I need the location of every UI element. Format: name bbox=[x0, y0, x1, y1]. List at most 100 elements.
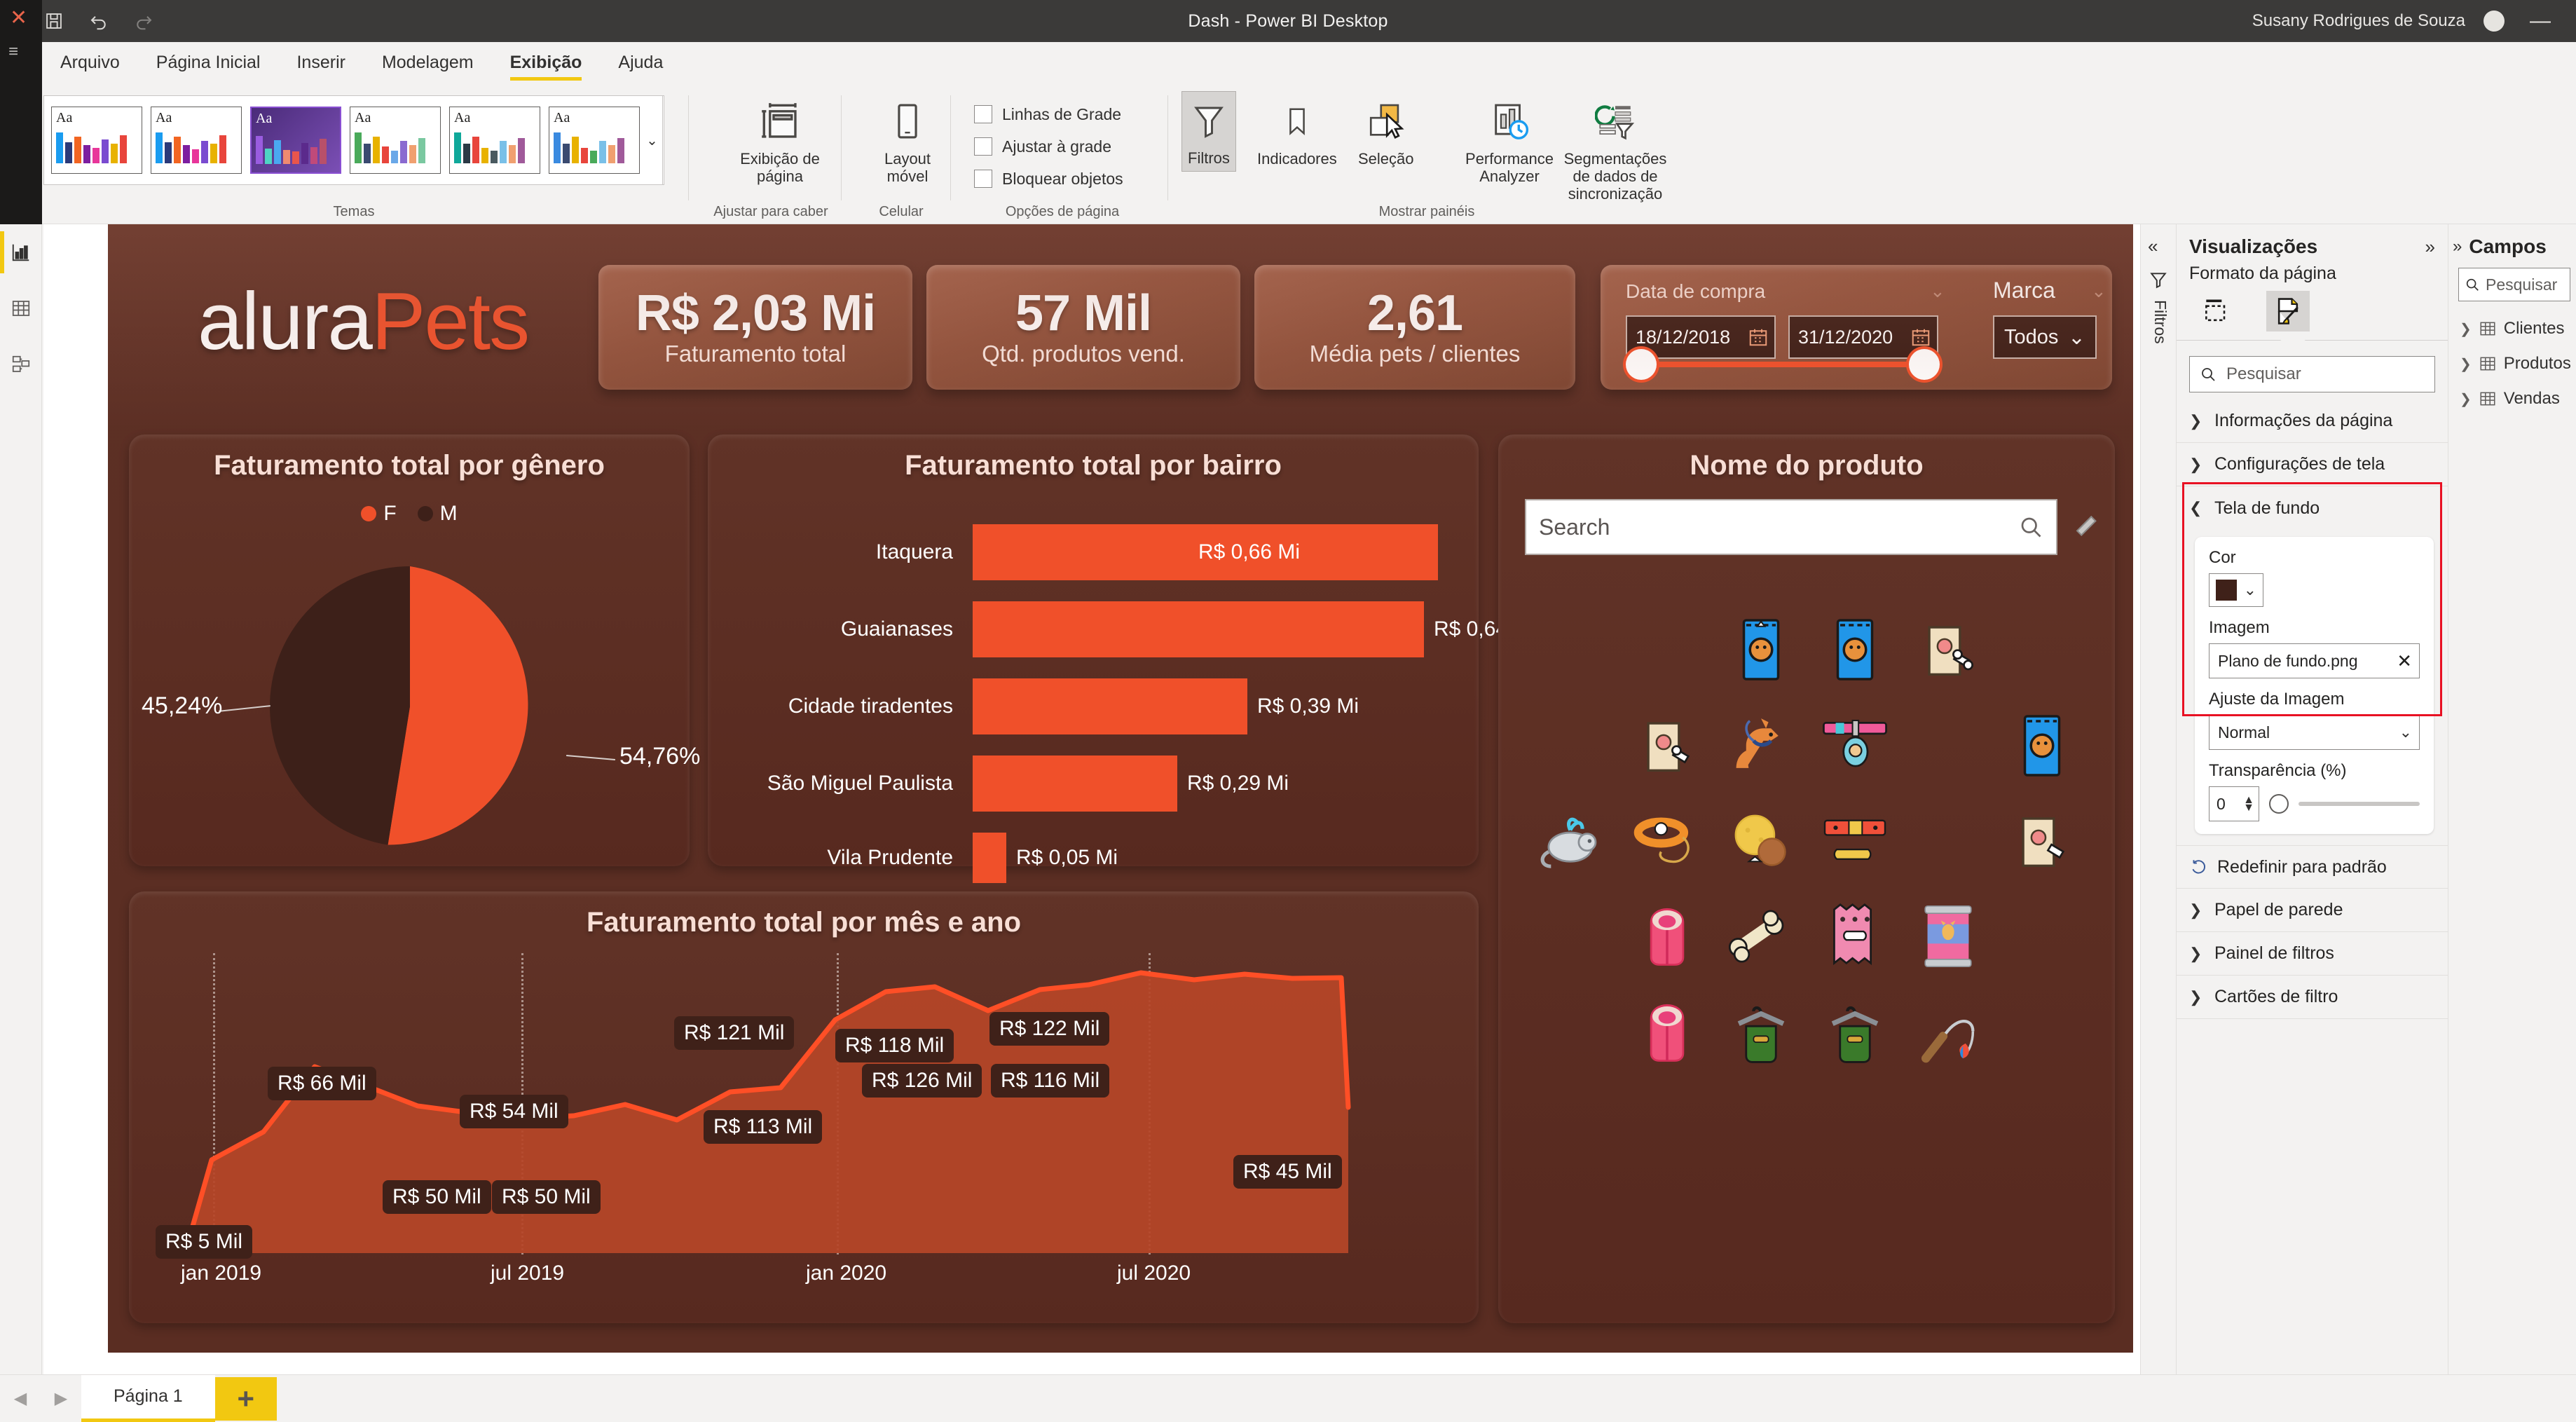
kpi-card-faturamento-total[interactable]: R$ 2,03 Mi Faturamento total bbox=[598, 265, 912, 390]
mobile-layout-button[interactable]: Layout móvel bbox=[865, 93, 950, 189]
theme-card[interactable]: Aa bbox=[549, 107, 640, 174]
avatar[interactable] bbox=[2483, 11, 2505, 32]
checkbox-linhas-de-grade[interactable]: Linhas de Grade bbox=[974, 98, 1123, 130]
brand-select-chevron-down-icon[interactable]: ⌄ bbox=[2068, 325, 2085, 350]
accordion-configuracoes-de-tela[interactable]: ❯ Configurações de tela bbox=[2177, 443, 2448, 486]
tab-page-size-icon[interactable] bbox=[2195, 291, 2238, 331]
accordion-tela-de-fundo[interactable]: ❮ Tela de fundo bbox=[2177, 486, 2448, 530]
background-color-picker[interactable]: ⌄ bbox=[2209, 573, 2263, 607]
reset-to-default-button[interactable]: Redefinir para padrão bbox=[2177, 845, 2448, 889]
tab-arquivo[interactable]: Arquivo bbox=[42, 42, 138, 83]
product-icon-toy-mouse[interactable] bbox=[1528, 794, 1620, 888]
product-icon-green-shirt-on-hanger[interactable] bbox=[1715, 985, 1807, 1079]
checkbox-box[interactable] bbox=[974, 170, 992, 188]
transparency-stepper[interactable]: 0 ▲ ▼ bbox=[2209, 786, 2259, 821]
tab-modelagem[interactable]: Modelagem bbox=[364, 42, 492, 83]
visualizations-expand-icon[interactable]: » bbox=[2425, 236, 2435, 258]
panel-faturamento-por-genero[interactable]: Faturamento total por gênero F M 45,24% … bbox=[129, 435, 700, 866]
panel-faturamento-por-mes-e-ano[interactable]: Faturamento total por mês e ano R$ 5 Mil… bbox=[129, 891, 1479, 1323]
page-prev-icon[interactable]: ◀ bbox=[0, 1375, 41, 1422]
calendar-icon[interactable] bbox=[1748, 327, 1769, 348]
checkbox-box[interactable] bbox=[974, 137, 992, 156]
product-icon-kibble-biscuits[interactable] bbox=[1715, 794, 1807, 888]
panel-nome-do-produto[interactable]: Nome do produto Search bbox=[1498, 435, 2115, 1323]
checkbox-box[interactable] bbox=[974, 105, 992, 123]
report-canvas[interactable]: aluraPets R$ 2,03 Mi Faturamento total 5… bbox=[43, 224, 2142, 1374]
bar-row-guaianases[interactable]: Guaianases R$ 0,64 Mi bbox=[708, 601, 1535, 657]
date-range-slider-knob-end[interactable] bbox=[1909, 349, 1940, 380]
pie-chart-genero[interactable] bbox=[245, 566, 575, 847]
checkbox-ajustar-a-grade[interactable]: Ajustar à grade bbox=[974, 130, 1123, 163]
legend-item-f[interactable]: F bbox=[361, 502, 397, 526]
rail-item-model-view[interactable] bbox=[0, 336, 42, 392]
rail-item-report-view[interactable] bbox=[0, 224, 42, 280]
product-icon-dog-food-bag-blue[interactable] bbox=[1715, 603, 1807, 697]
product-icon-pink-collar-with-tag[interactable] bbox=[1809, 698, 1901, 792]
field-table-produtos[interactable]: ❯ Produtos bbox=[2448, 346, 2576, 381]
date-filter-chevron-down-icon[interactable]: ⌄ bbox=[1930, 280, 1945, 302]
page-view-button[interactable]: Exibição de página bbox=[719, 93, 841, 189]
theme-card[interactable]: Aa bbox=[449, 107, 540, 174]
product-icon-pink-treat-package[interactable] bbox=[1809, 889, 1901, 983]
product-icon-pet-food-bag-beige[interactable] bbox=[1622, 698, 1714, 792]
tab-page-format-paintbrush-icon[interactable] bbox=[2266, 291, 2310, 331]
transparency-slider-knob[interactable] bbox=[2269, 794, 2289, 814]
area-chart-mes-ano[interactable] bbox=[157, 953, 1453, 1256]
product-icon-bone-treat[interactable] bbox=[1715, 889, 1807, 983]
product-icon-cat-teaser-wand[interactable] bbox=[1903, 985, 1995, 1079]
chevron-right-icon[interactable]: ❯ bbox=[2460, 320, 2472, 338]
filtros-button[interactable]: Filtros bbox=[1181, 91, 1236, 172]
theme-card-selected[interactable]: Aa bbox=[250, 107, 341, 174]
legend-item-m[interactable]: M bbox=[417, 502, 458, 526]
kpi-card-qtd-produtos[interactable]: 57 Mil Qtd. produtos vend. bbox=[926, 265, 1240, 390]
transparency-slider-track[interactable] bbox=[2298, 802, 2420, 806]
bar-rect[interactable] bbox=[973, 756, 1177, 812]
search-icon[interactable] bbox=[2018, 514, 2043, 540]
tab-ajuda[interactable]: Ajuda bbox=[600, 42, 681, 83]
filter-funnel-icon[interactable] bbox=[2149, 271, 2167, 292]
product-icon-dog-food-bag-blue[interactable] bbox=[1809, 603, 1901, 697]
format-search-input[interactable]: Pesquisar bbox=[2189, 356, 2435, 392]
rail-item-data-view[interactable] bbox=[0, 280, 42, 336]
themes-more-chevron-down-icon[interactable]: ⌄ bbox=[642, 95, 663, 185]
filters-collapse-icon[interactable]: « bbox=[2148, 235, 2158, 257]
selecao-button[interactable]: Seleção bbox=[1352, 93, 1420, 172]
chevron-down-icon[interactable]: ⌄ bbox=[2244, 581, 2256, 599]
fields-collapse-icon[interactable]: » bbox=[2453, 237, 2462, 257]
background-image-input[interactable]: Plano de fundo.png ✕ bbox=[2209, 643, 2420, 678]
indicadores-button[interactable]: Indicadores bbox=[1252, 93, 1343, 172]
product-icon-cat-food-bag-blue[interactable] bbox=[1996, 698, 2088, 792]
date-range-slider-track[interactable] bbox=[1641, 362, 1924, 367]
calendar-icon[interactable] bbox=[1910, 327, 1931, 348]
filters-rail[interactable]: « Filtros bbox=[2140, 224, 2177, 1374]
product-icon-green-shirt-on-hanger[interactable] bbox=[1809, 985, 1901, 1079]
bar-row-itaquera[interactable]: Itaquera R$ 0,66 Mi bbox=[708, 524, 1479, 580]
tab-inserir[interactable]: Inserir bbox=[278, 42, 363, 83]
bar-row-sao-miguel-paulista[interactable]: São Miguel Paulista R$ 0,29 Mi bbox=[708, 756, 1479, 812]
panel-faturamento-por-bairro[interactable]: Faturamento total por bairro Itaquera R$… bbox=[708, 435, 1535, 883]
theme-card[interactable]: Aa bbox=[350, 107, 441, 174]
chevron-right-icon[interactable]: ❯ bbox=[2460, 355, 2472, 373]
accordion-cartoes-de-filtro[interactable]: ❯ Cartões de filtro bbox=[2177, 976, 2448, 1019]
bar-rect[interactable] bbox=[973, 601, 1424, 657]
product-icon-orange-collar-leash[interactable] bbox=[1622, 794, 1714, 888]
close-icon[interactable]: ✕ bbox=[10, 6, 27, 30]
theme-card[interactable]: Aa bbox=[151, 107, 242, 174]
chevron-right-icon[interactable]: ❯ bbox=[2460, 390, 2472, 408]
tab-pagina-inicial[interactable]: Página Inicial bbox=[138, 42, 279, 83]
fields-search-input[interactable]: Pesquisar bbox=[2458, 268, 2570, 301]
product-icon-cat-food-can[interactable] bbox=[1903, 889, 1995, 983]
page-tab-pagina-1[interactable]: Página 1 bbox=[81, 1374, 215, 1422]
clear-image-close-icon[interactable]: ✕ bbox=[2397, 650, 2412, 672]
field-table-clientes[interactable]: ❯ Clientes bbox=[2448, 311, 2576, 346]
bar-rect[interactable] bbox=[973, 678, 1247, 734]
product-icon-red-collar-with-bone-tag[interactable] bbox=[1809, 794, 1901, 888]
minimize-icon[interactable]: — bbox=[2523, 11, 2558, 32]
tab-exibicao[interactable]: Exibição bbox=[492, 42, 601, 83]
eraser-icon[interactable] bbox=[2073, 513, 2102, 542]
image-fit-select[interactable]: Normal ⌄ bbox=[2209, 715, 2420, 750]
themes-gallery[interactable]: Aa Aa Aa Aa Aa Aa bbox=[43, 95, 664, 185]
product-search-input[interactable]: Search bbox=[1525, 499, 2057, 555]
stepper-arrows-icon[interactable]: ▲ ▼ bbox=[2243, 795, 2254, 814]
checkbox-bloquear-objetos[interactable]: Bloquear objetos bbox=[974, 163, 1123, 195]
